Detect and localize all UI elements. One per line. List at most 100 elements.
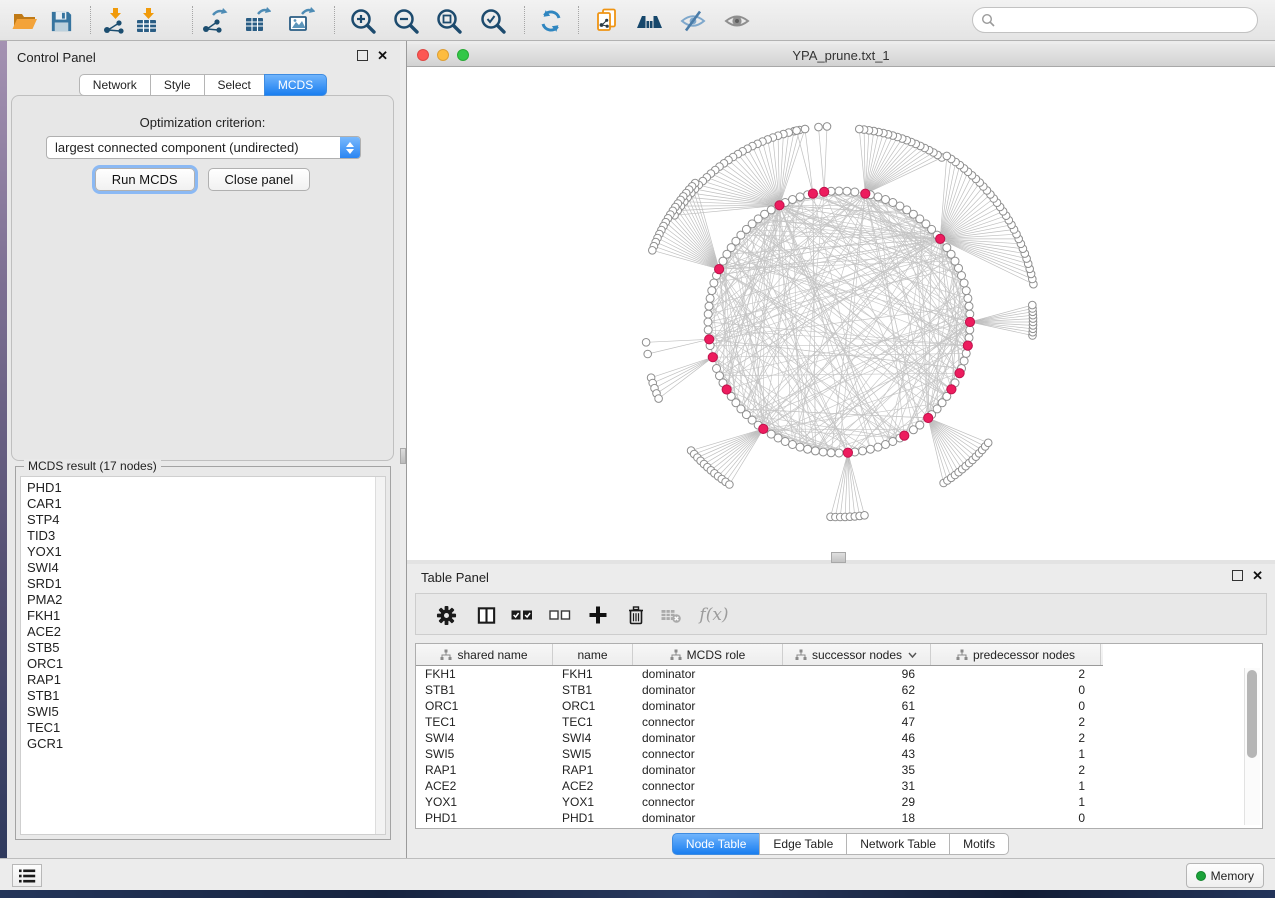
gear-icon xyxy=(436,605,457,626)
network-snapshot-button[interactable] xyxy=(592,6,622,36)
zoom-fit-button[interactable] xyxy=(434,6,464,36)
mcds-result-item[interactable]: TEC1 xyxy=(27,720,385,736)
table-row[interactable]: FKH1FKH1dominator962 xyxy=(416,666,1262,682)
tab-select[interactable]: Select xyxy=(204,74,265,96)
mcds-result-group: MCDS result (17 nodes) PHD1CAR1STP4TID3Y… xyxy=(15,466,391,840)
table-cell: dominator xyxy=(633,699,783,713)
mcds-result-item[interactable]: RAP1 xyxy=(27,672,385,688)
find-binoculars-button[interactable] xyxy=(634,6,664,36)
table-settings-button[interactable] xyxy=(434,603,458,627)
mcds-list-scrollbar[interactable] xyxy=(375,477,385,834)
mcds-result-item[interactable]: FKH1 xyxy=(27,608,385,624)
float-panel-icon[interactable] xyxy=(1232,570,1243,581)
mcds-result-item[interactable]: CAR1 xyxy=(27,496,385,512)
zoom-selected-button[interactable] xyxy=(478,6,508,36)
table-row[interactable]: TEC1TEC1connector472 xyxy=(416,714,1262,730)
table-row[interactable]: RAP1RAP1dominator352 xyxy=(416,762,1262,778)
close-panel-button[interactable]: Close panel xyxy=(208,168,311,191)
status-bar: Memory xyxy=(0,858,1275,890)
tab-edge-table[interactable]: Edge Table xyxy=(759,833,847,855)
vertical-splitter[interactable] xyxy=(400,41,407,858)
function-builder-button-disabled[interactable]: f(x) xyxy=(697,603,731,627)
mcds-result-item[interactable]: PMA2 xyxy=(27,592,385,608)
table-cell: dominator xyxy=(633,731,783,745)
table-row[interactable]: SWI4SWI4dominator462 xyxy=(416,730,1262,746)
tab-style[interactable]: Style xyxy=(150,74,205,96)
import-table-button[interactable] xyxy=(132,6,162,36)
search-field[interactable] xyxy=(972,7,1258,33)
zoom-out-button[interactable] xyxy=(391,6,421,36)
mcds-result-item[interactable]: SRD1 xyxy=(27,576,385,592)
mcds-result-item[interactable]: STB1 xyxy=(27,688,385,704)
column-header-shared-name[interactable]: shared name xyxy=(416,644,553,665)
select-all-columns-button[interactable] xyxy=(510,603,534,627)
export-table-button[interactable] xyxy=(242,6,272,36)
table-row[interactable]: YOX1YOX1connector291 xyxy=(416,794,1262,810)
close-panel-icon[interactable]: ✕ xyxy=(1252,571,1263,580)
network-canvas[interactable] xyxy=(407,67,1275,560)
show-columns-button[interactable] xyxy=(474,603,498,627)
tab-node-table[interactable]: Node Table xyxy=(672,833,761,855)
table-row[interactable]: STB1STB1dominator620 xyxy=(416,682,1262,698)
open-file-button[interactable] xyxy=(10,6,40,36)
mcds-result-item[interactable]: SWI4 xyxy=(27,560,385,576)
table-row[interactable]: ACE2ACE2connector311 xyxy=(416,778,1262,794)
mcds-result-item[interactable]: YOX1 xyxy=(27,544,385,560)
hide-graphics-details-button[interactable] xyxy=(678,6,708,36)
mcds-result-item[interactable]: TID3 xyxy=(27,528,385,544)
node-table-scrollbar[interactable] xyxy=(1244,668,1260,825)
table-cell: 2 xyxy=(931,715,1101,729)
run-mcds-button[interactable]: Run MCDS xyxy=(95,168,195,191)
delete-table-button-disabled[interactable] xyxy=(659,603,683,627)
mcds-result-item[interactable]: SWI5 xyxy=(27,704,385,720)
tab-mcds[interactable]: MCDS xyxy=(264,74,327,96)
close-window-icon[interactable] xyxy=(417,49,429,61)
maximize-window-icon[interactable] xyxy=(457,49,469,61)
horizontal-splitter-handle[interactable] xyxy=(831,552,846,563)
table-row[interactable]: ORC1ORC1dominator610 xyxy=(416,698,1262,714)
control-panel: Control Panel ✕ Network Style Select MCD… xyxy=(7,41,400,858)
network-graph[interactable] xyxy=(407,67,1275,560)
optimization-criterion-select[interactable]: largest connected component (undirected) xyxy=(46,136,361,159)
search-input[interactable] xyxy=(996,12,1257,28)
tab-network-table[interactable]: Network Table xyxy=(846,833,950,855)
tab-motifs[interactable]: Motifs xyxy=(949,833,1009,855)
table-row[interactable]: PHD1PHD1dominator180 xyxy=(416,810,1262,826)
task-history-button[interactable] xyxy=(12,864,42,887)
show-graphics-details-button[interactable] xyxy=(722,6,752,36)
node-table-header: shared namenameMCDS rolesuccessor nodesp… xyxy=(416,644,1103,666)
mcds-result-item[interactable]: GCR1 xyxy=(27,736,385,752)
save-session-button[interactable] xyxy=(46,6,76,36)
delete-column-button[interactable] xyxy=(624,603,648,627)
tab-network[interactable]: Network xyxy=(79,74,151,96)
memory-button[interactable]: Memory xyxy=(1186,863,1264,888)
table-cell: ORC1 xyxy=(416,699,553,713)
unselect-all-columns-button[interactable] xyxy=(548,603,572,627)
create-column-button[interactable] xyxy=(586,603,610,627)
table-row[interactable]: SWI5SWI5connector431 xyxy=(416,746,1262,762)
mcds-result-item[interactable]: PHD1 xyxy=(27,480,385,496)
column-header-MCDS-role[interactable]: MCDS role xyxy=(633,644,783,665)
export-image-button[interactable] xyxy=(286,6,316,36)
close-panel-icon[interactable]: ✕ xyxy=(377,51,388,60)
table-cell: RAP1 xyxy=(553,763,633,777)
table-panel: Table Panel ✕ xyxy=(407,564,1275,858)
column-header-predecessor-nodes[interactable]: predecessor nodes xyxy=(931,644,1101,665)
mcds-result-item[interactable]: ORC1 xyxy=(27,656,385,672)
control-panel-title: Control Panel xyxy=(17,50,96,65)
column-header-successor-nodes[interactable]: successor nodes xyxy=(783,644,931,665)
mcds-result-item[interactable]: ACE2 xyxy=(27,624,385,640)
minimize-window-icon[interactable] xyxy=(437,49,449,61)
refresh-button[interactable] xyxy=(536,6,566,36)
scrollbar-thumb[interactable] xyxy=(1247,670,1257,758)
vertical-splitter-handle[interactable] xyxy=(400,448,406,464)
table-cell: FKH1 xyxy=(416,667,553,681)
export-network-button[interactable] xyxy=(200,6,230,36)
mcds-result-item[interactable]: STP4 xyxy=(27,512,385,528)
import-network-button[interactable] xyxy=(100,6,130,36)
column-header-name[interactable]: name xyxy=(553,644,633,665)
fx-icon: f(x) xyxy=(699,605,728,625)
zoom-in-button[interactable] xyxy=(348,6,378,36)
mcds-result-item[interactable]: STB5 xyxy=(27,640,385,656)
float-panel-icon[interactable] xyxy=(357,50,368,61)
